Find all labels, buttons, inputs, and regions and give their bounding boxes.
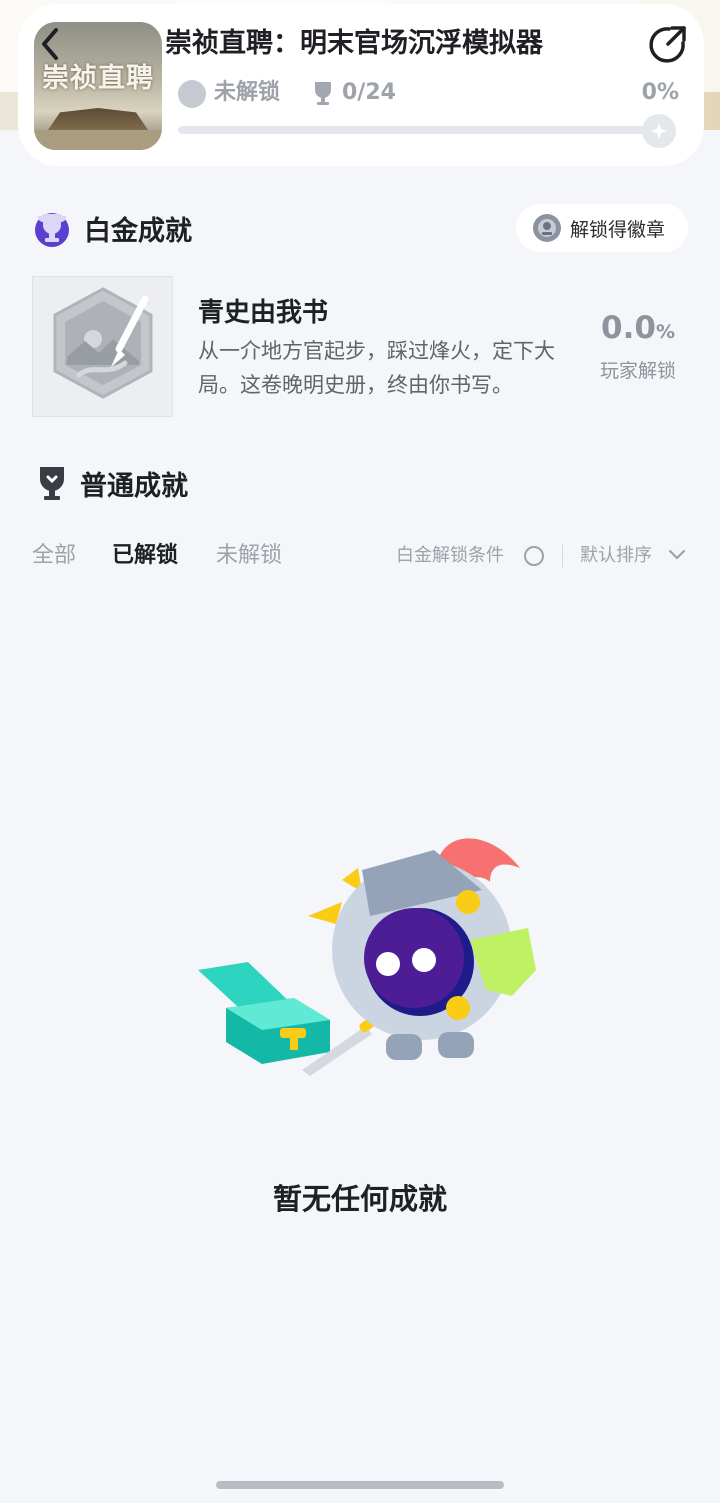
- sort-dropdown-label[interactable]: 默认排序: [580, 542, 652, 570]
- progress-bar: [178, 126, 668, 134]
- platinum-trophy-icon: [35, 213, 69, 247]
- page-title: 崇祯直聘：明末官场沉浮模拟器: [165, 28, 543, 59]
- unlock-rate-value: 0.0: [601, 310, 656, 346]
- palace-roof-graphic: [48, 108, 148, 130]
- tab-all[interactable]: 全部: [32, 540, 76, 572]
- chevron-left-icon: [42, 28, 58, 60]
- filter-divider: [562, 545, 563, 567]
- unlock-rate-label: 玩家解锁: [599, 360, 676, 382]
- home-indicator[interactable]: [216, 1481, 504, 1489]
- star-icon: [651, 123, 667, 139]
- palace-base-graphic: [34, 130, 162, 150]
- progress-percent: 0%: [641, 80, 679, 105]
- platinum-achievement-name: 青史由我书: [198, 298, 329, 328]
- share-icon: [649, 26, 686, 63]
- brush-hexagon-icon: [53, 287, 153, 399]
- lock-status-icon: [178, 80, 206, 108]
- platinum-section-header: 白金成就: [32, 208, 192, 248]
- trophy-icon: [315, 82, 331, 105]
- unlock-status-row: 未解锁 0/24 0%: [178, 78, 683, 108]
- chevron-down-icon[interactable]: [668, 548, 686, 562]
- unlock-badge-button[interactable]: 解锁得徽章: [516, 204, 688, 252]
- unlock-badge-label: 解锁得徽章: [570, 218, 666, 241]
- progress-end-icon: [642, 114, 676, 148]
- normal-section-header: 普通成就: [36, 464, 188, 503]
- platinum-section-title: 白金成就: [84, 215, 192, 247]
- trophy-icon: [40, 466, 64, 500]
- platinum-unlock-rate: 0.0%: [590, 310, 686, 346]
- back-button[interactable]: [30, 24, 70, 64]
- unlock-rate-unit: %: [655, 321, 675, 343]
- tab-unlocked[interactable]: 已解锁: [112, 540, 178, 572]
- badge-icon: [533, 214, 561, 242]
- platinum-condition-filter-label[interactable]: 白金解锁条件: [396, 542, 504, 570]
- tab-locked[interactable]: 未解锁: [216, 540, 282, 572]
- achievement-count: 0/24: [342, 80, 396, 105]
- normal-section-title: 普通成就: [80, 471, 188, 502]
- platinum-condition-radio[interactable]: [524, 546, 544, 566]
- platinum-achievement-description: 从一介地方官起步，踩过烽火，定下大局。这卷晚明史册，终由你书写。: [198, 339, 555, 397]
- share-button[interactable]: [644, 22, 690, 68]
- empty-state-message: 暂无任何成就: [272, 1182, 447, 1216]
- empty-state-knight-illustration: [198, 838, 536, 1076]
- unlock-status-label: 未解锁: [214, 80, 281, 105]
- platinum-achievement-icon: [32, 276, 173, 417]
